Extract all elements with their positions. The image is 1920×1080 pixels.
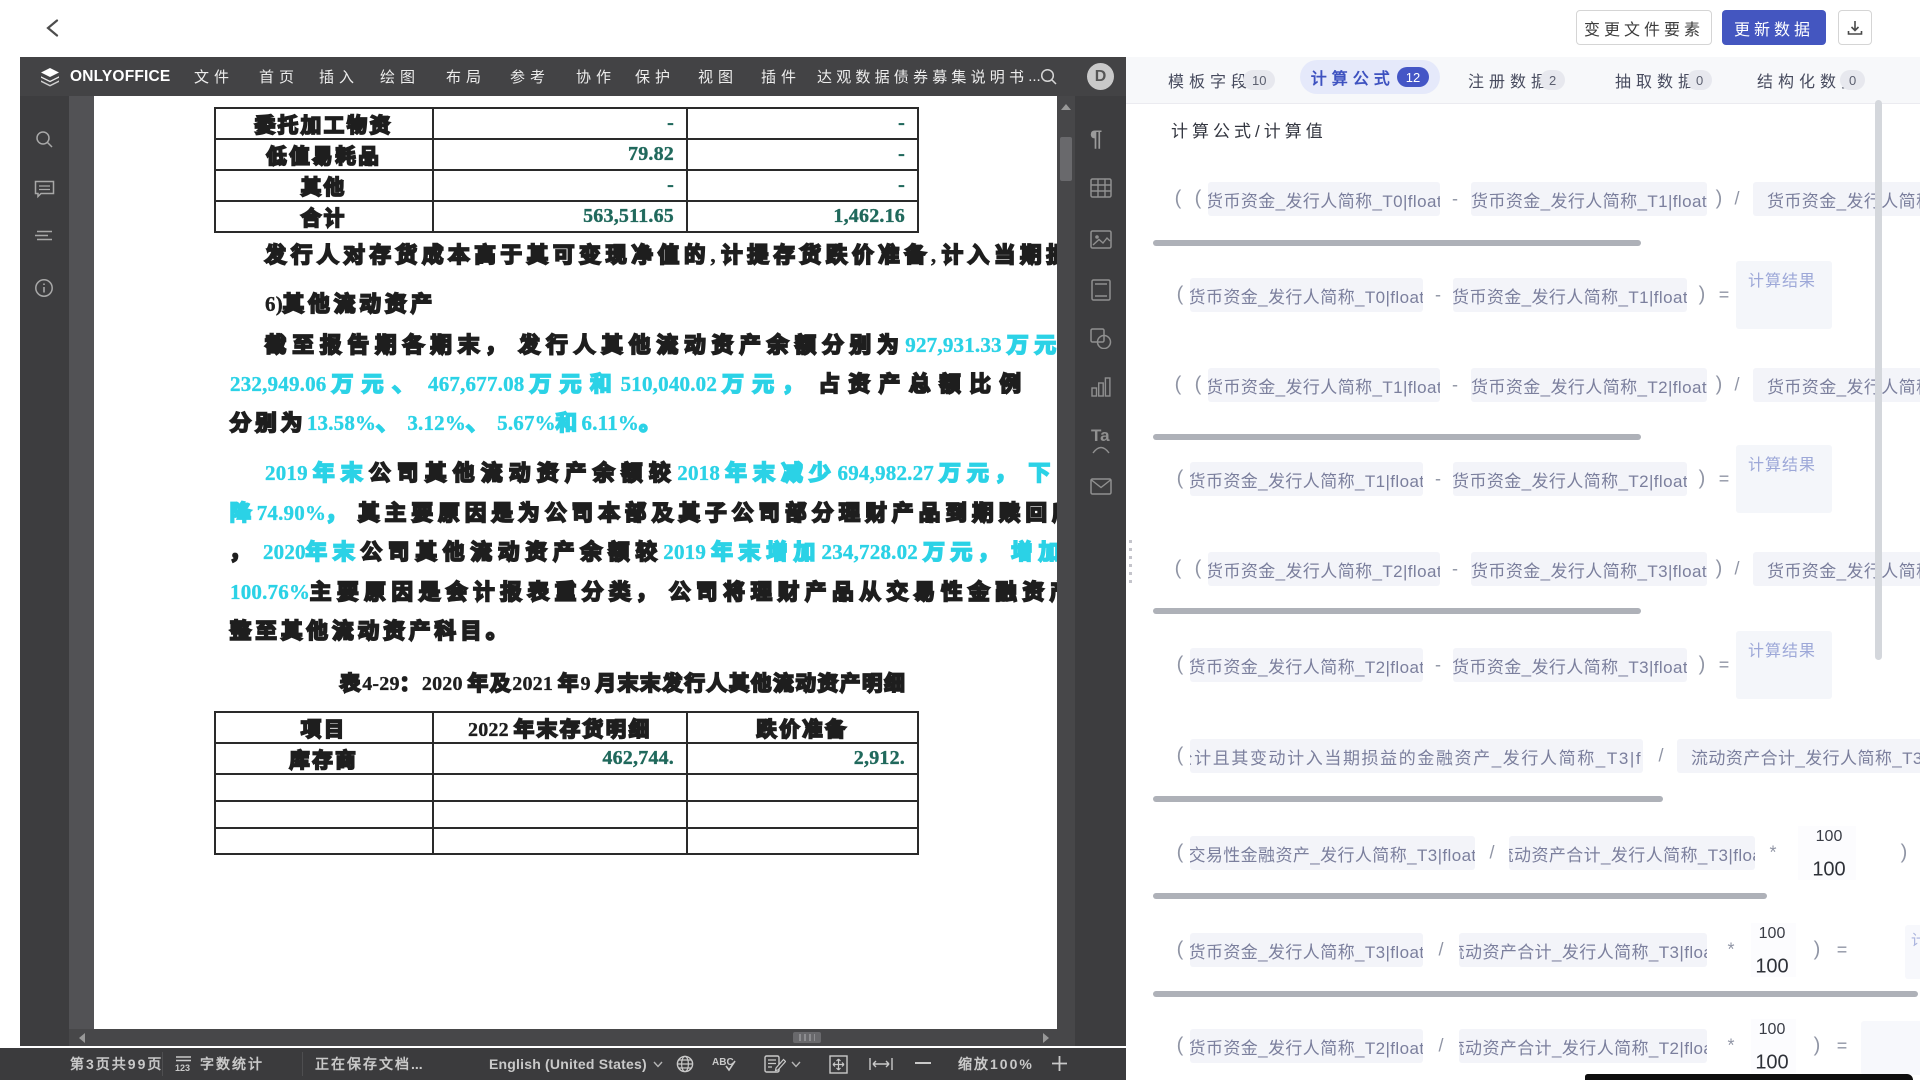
svg-text:ABC: ABC bbox=[712, 1057, 734, 1068]
svg-text:123: 123 bbox=[175, 1063, 190, 1073]
